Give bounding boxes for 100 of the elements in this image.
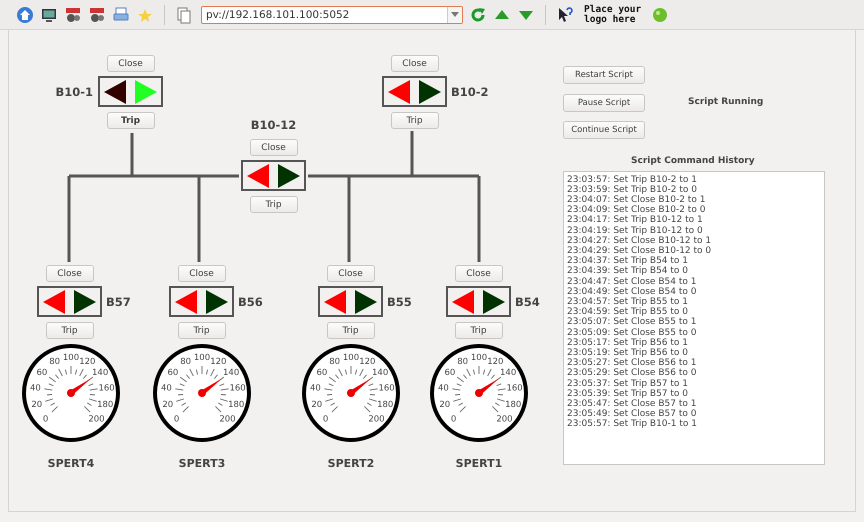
- history-entry: 23:05:09: Set Close B55 to 0: [567, 328, 698, 338]
- gauge-scale-label: 80: [329, 356, 340, 367]
- gauge-scale-label: 60: [444, 368, 456, 378]
- history-entry: 23:04:39: Set Trip B54 to 0: [567, 266, 690, 277]
- history-entry: 23:05:39: Set Trip B57 to 0: [567, 388, 690, 399]
- home-icon[interactable]: [16, 6, 34, 24]
- gauge-scale-label: 20: [311, 400, 322, 410]
- history-entry: 23:05:47: Set Close B57 to 1: [567, 398, 698, 409]
- close-button[interactable]: Close: [46, 265, 94, 282]
- logo-text: Place your: [584, 4, 642, 14]
- script-button[interactable]: Restart Script: [563, 66, 645, 84]
- gauge-label: SPERT2: [328, 457, 374, 470]
- gauge-scale-label: 140: [92, 368, 108, 378]
- gauge-scale-label: 60: [36, 368, 48, 378]
- gauge-scale-label: 140: [223, 368, 240, 378]
- gauge-needle: [67, 378, 92, 397]
- gauge-scale-label: 160: [98, 383, 115, 394]
- history-entry: 23:04:37: Set Trip B54 to 1: [567, 256, 690, 266]
- close-arrow-icon: [206, 290, 228, 314]
- close-button[interactable]: Close: [390, 55, 438, 72]
- trip-arrow-icon: [104, 80, 126, 104]
- trip-button[interactable]: Trip: [106, 112, 154, 129]
- history-entry: 23:04:09: Set Close B10-2 to 0: [567, 205, 706, 216]
- gauge-scale-label: 120: [210, 356, 226, 367]
- trip-button[interactable]: Trip: [178, 322, 226, 339]
- gauge-scale-label: 40: [30, 383, 41, 394]
- close-arrow-icon: [354, 290, 377, 314]
- gauge-needle: [475, 378, 500, 397]
- gauge-scale-label: 100: [470, 353, 488, 363]
- history-entry: 23:05:37: Set Trip B57 to 1: [567, 378, 690, 389]
- gauge-scale-label: 200: [88, 414, 105, 424]
- close-button[interactable]: Close: [326, 265, 374, 282]
- gauge-scale-label: 40: [310, 383, 321, 394]
- gauge-scale-label: 200: [219, 414, 236, 424]
- gauge-scale-label: 180: [97, 400, 114, 410]
- gauge-scale-label: 20: [31, 400, 42, 410]
- logo-text: logo here: [584, 14, 636, 24]
- copy-icon[interactable]: [175, 6, 193, 24]
- gauge-scale-label: 180: [505, 400, 522, 410]
- breaker-label: B10-1: [55, 85, 93, 99]
- gauge-scale-label: 60: [167, 368, 178, 378]
- gauge-scale-label: 100: [342, 353, 360, 363]
- history-entry: 23:04:57: Set Trip B55 to 1: [567, 296, 690, 307]
- script-status: Script Running: [688, 97, 764, 107]
- gauge-scale-label: 0: [322, 414, 328, 424]
- history-entry: 23:03:59: Set Trip B10-2 to 0: [567, 184, 698, 195]
- trip-arrow-icon: [175, 290, 198, 314]
- trip-arrow-icon: [388, 80, 410, 104]
- history-entry: 23:05:57: Set Trip B10-1 to 1: [567, 419, 698, 430]
- gauge-scale-label: 0: [450, 414, 456, 424]
- printer-icon[interactable]: [112, 6, 130, 24]
- gauge-scale-label: 160: [506, 383, 523, 394]
- history-entry: 23:05:17: Set Trip B56 to 1: [567, 338, 690, 348]
- history-entry: 23:04:47: Set Close B54 to 1: [567, 276, 698, 287]
- trip-button[interactable]: Trip: [46, 322, 94, 339]
- breaker-label: B10-2: [451, 85, 489, 99]
- gauge-scale-label: 100: [194, 353, 210, 363]
- history-entry: 23:04:27: Set Close B10-12 to 1: [567, 236, 712, 246]
- gauge-scale-label: 80: [180, 356, 192, 367]
- gauge-label: SPERT3: [178, 457, 226, 470]
- trip-button[interactable]: Trip: [454, 322, 502, 339]
- close-button[interactable]: Close: [454, 265, 502, 282]
- gauge-label: SPERT1: [456, 457, 502, 470]
- history-entry: 23:04:07: Set Close B10-2 to 1: [567, 194, 706, 205]
- trip-button[interactable]: Trip: [250, 196, 298, 213]
- close-button[interactable]: Close: [106, 55, 154, 72]
- gauge-scale-label: 80: [49, 356, 60, 367]
- history-entry: 23:05:19: Set Trip B56 to 0: [567, 348, 690, 358]
- gauge-scale-label: 60: [316, 368, 328, 378]
- history-entry: 23:03:57: Set Trip B10-2 to 1: [567, 174, 698, 184]
- history-entry: 23:05:07: Set Close B55 to 1: [567, 317, 698, 328]
- gauge-scale-label: 20: [439, 400, 450, 410]
- gauge-scale-label: 200: [368, 414, 385, 424]
- script-button[interactable]: Continue Script: [563, 121, 645, 139]
- close-button[interactable]: Close: [250, 139, 298, 156]
- gauge-scale-label: 160: [229, 383, 246, 394]
- close-arrow-icon: [482, 290, 505, 314]
- close-button[interactable]: Close: [178, 265, 226, 282]
- gauge-scale-label: 0: [42, 414, 48, 424]
- trip-button[interactable]: Trip: [326, 322, 374, 339]
- history-entry: 23:05:49: Set Close B57 to 0: [567, 409, 698, 420]
- gauge-scale-label: 100: [62, 353, 80, 363]
- history-title: Script Command History: [631, 156, 755, 166]
- script-button[interactable]: Pause Script: [563, 94, 645, 112]
- trip-button[interactable]: Trip: [390, 112, 438, 129]
- breaker-label: B55: [387, 295, 412, 309]
- address-field[interactable]: pv://192.168.101.100:5052: [201, 6, 463, 24]
- gauge-scale-label: 180: [228, 400, 244, 410]
- trip-arrow-icon: [43, 290, 66, 314]
- refresh-icon[interactable]: [469, 6, 487, 24]
- history-entry: 23:04:59: Set Trip B55 to 0: [567, 307, 690, 318]
- history-entry: 23:05:27: Set Close B56 to 1: [567, 358, 698, 368]
- help-cursor-icon[interactable]: [556, 6, 574, 24]
- gauge-scale-label: 140: [500, 368, 516, 378]
- gauge-scale-label: 180: [377, 400, 394, 410]
- history-entry: 23:04:17: Set Trip B10-12 to 1: [567, 215, 704, 226]
- caret-icon[interactable]: [451, 12, 459, 17]
- close-arrow-icon: [134, 80, 157, 104]
- gauge-scale-label: 120: [79, 356, 96, 367]
- gauge-scale-label: 140: [372, 368, 388, 378]
